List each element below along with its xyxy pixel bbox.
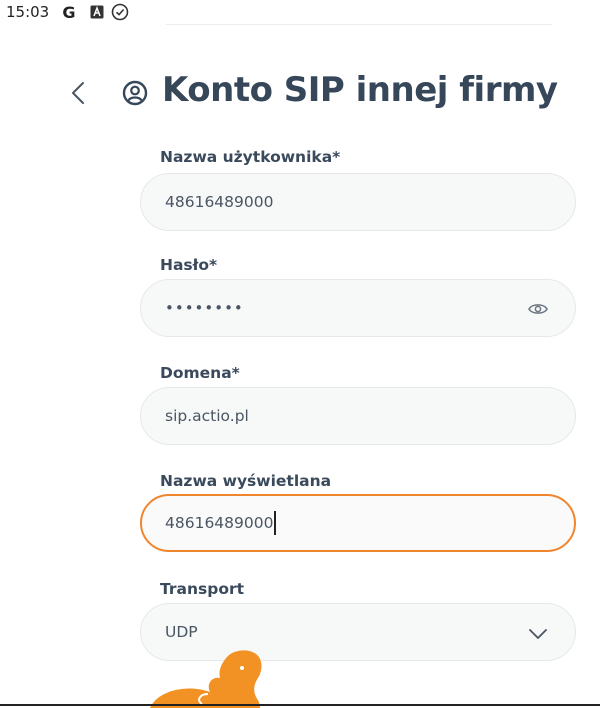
password-label: Hasło* (160, 256, 218, 274)
chevron-left-icon (72, 82, 84, 104)
user-circle-icon (122, 80, 148, 106)
display-name-label: Nazwa wyświetlana (160, 472, 332, 490)
status-time: 15:03 (6, 3, 50, 21)
chevron-down-icon[interactable] (527, 623, 549, 645)
eye-icon (528, 304, 548, 314)
password-field[interactable]: •••••••• (140, 279, 576, 337)
password-input[interactable]: •••••••• (165, 280, 525, 336)
page-title: Konto SIP innej firmy (162, 70, 558, 110)
orange-mascot-icon (150, 650, 262, 708)
username-label: Nazwa użytkownika* (160, 148, 341, 166)
username-input[interactable]: 48616489000 (165, 174, 525, 230)
display-name-value: 48616489000 (165, 514, 274, 532)
google-icon: G (62, 2, 76, 22)
display-name-field[interactable]: 48616489000 (140, 494, 576, 552)
top-divider (166, 24, 552, 25)
username-field[interactable]: 48616489000 (140, 173, 576, 231)
check-circle-icon (111, 3, 129, 21)
domain-label: Domena* (160, 364, 240, 382)
status-bar: 15:03 G (0, 0, 600, 26)
domain-input[interactable]: sip.actio.pl (165, 388, 525, 444)
show-password-button[interactable] (527, 298, 549, 320)
domain-field[interactable]: sip.actio.pl (140, 387, 576, 445)
bottom-edge (0, 704, 600, 706)
a-square-icon (88, 3, 106, 21)
display-name-input[interactable]: 48616489000 (165, 496, 525, 550)
transport-label: Transport (160, 580, 245, 598)
back-button[interactable] (62, 76, 94, 110)
text-cursor (274, 511, 277, 535)
